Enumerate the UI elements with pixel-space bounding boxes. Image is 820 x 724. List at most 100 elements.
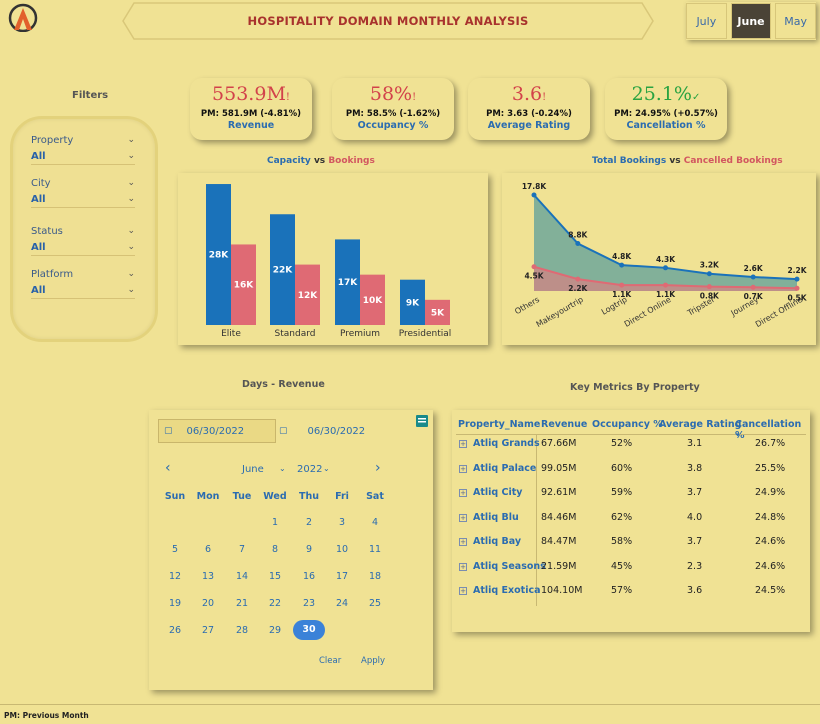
property-name-cell[interactable]: Atliq Palace <box>473 463 536 474</box>
month-button-june[interactable]: June <box>730 3 772 39</box>
clear-button[interactable]: Clear <box>319 656 341 666</box>
filter-platform-dropdown[interactable]: All ⌄ <box>31 285 135 296</box>
collapse-chevron-icon[interactable]: ⌄ <box>127 226 135 237</box>
title-part-vs: vs <box>669 156 681 166</box>
cancelled-bookings-point <box>663 282 668 288</box>
weekday-header: Sat <box>366 491 384 502</box>
table-cell: 25.5% <box>755 462 786 474</box>
calendar-day[interactable]: 29 <box>262 625 288 636</box>
calendar-day[interactable]: 13 <box>195 571 221 582</box>
calendar-day[interactable]: 5 <box>162 544 188 555</box>
calendar-day[interactable]: 28 <box>229 625 255 636</box>
filters-title: Filters <box>72 90 109 101</box>
cancelled-bookings-data-label: 2.2K <box>568 284 588 293</box>
expand-icon[interactable]: + <box>459 489 467 497</box>
calendar-day[interactable]: 6 <box>195 544 221 555</box>
filter-status-dropdown[interactable]: All ⌄ <box>31 242 135 253</box>
filter-city: City ⌄ All ⌄ <box>31 178 135 208</box>
calendar-day[interactable]: 27 <box>195 625 221 636</box>
chevron-down-icon: ⌄ <box>127 285 135 295</box>
calendar-day[interactable]: 3 <box>329 517 355 528</box>
calendar-day[interactable]: 26 <box>162 625 188 636</box>
expand-icon[interactable]: + <box>459 513 467 522</box>
table-cell: 24.6% <box>755 536 786 547</box>
column-header[interactable]: Occupancy % <box>592 419 663 430</box>
apply-button[interactable]: Apply <box>361 656 385 666</box>
table-cell: 26.7% <box>755 438 786 449</box>
bar-data-label: 9K <box>406 298 420 308</box>
total-bookings-point <box>619 262 625 268</box>
column-header[interactable]: Property_Name <box>458 419 540 430</box>
header-divider <box>456 434 806 435</box>
column-header[interactable]: Average Rating <box>659 419 741 430</box>
property-name-cell[interactable]: Atliq Blu <box>473 512 519 523</box>
chevron-down-icon: ⌄ <box>127 242 135 252</box>
kpi-label: Cancellation % <box>626 120 706 131</box>
bookings-area-chart: 17.8K 8.8K 4.8K 4.3K 3.2K 2.6K 2.2K 4.5K 2.2K 1.1… <box>502 173 816 345</box>
month-button-july[interactable]: July <box>686 3 727 39</box>
calendar-day[interactable]: 24 <box>329 598 355 609</box>
sort-descending-icon[interactable]: ⏷ <box>735 431 741 440</box>
calendar-day[interactable]: 20 <box>195 598 221 609</box>
calendar-day[interactable]: 22 <box>262 598 288 609</box>
table-cell: 4.0 <box>687 511 703 523</box>
table-cell: 45% <box>611 560 633 572</box>
calendar-day[interactable]: 9 <box>296 544 322 555</box>
property-name-cell[interactable]: Atliq Exotica <box>473 585 541 596</box>
calendar-day[interactable]: 25 <box>362 598 388 609</box>
filter-status: Status ⌄ All ⌄ <box>31 226 135 256</box>
calendar-day[interactable]: 12 <box>162 571 188 582</box>
calendar-day[interactable]: 18 <box>362 571 388 582</box>
page-title: HOSPITALITY DOMAIN MONTHLY ANALYSIS <box>247 14 529 28</box>
calendar-day[interactable]: 16 <box>296 571 322 582</box>
month-button-may[interactable]: May <box>775 3 817 39</box>
calendar-day[interactable]: 1 <box>262 517 288 528</box>
table-cell: 84.46M <box>541 511 577 523</box>
divider <box>31 298 135 299</box>
calendar-day[interactable]: 8 <box>262 544 288 555</box>
column-header[interactable]: Revenue <box>541 419 587 430</box>
calendar-day-selected[interactable]: 30 <box>293 620 325 640</box>
bar-data-label: 16K <box>234 281 255 291</box>
weekday-header: Wed <box>263 491 287 502</box>
property-name-cell[interactable]: Atliq Grands <box>473 438 540 449</box>
calendar-day[interactable]: 17 <box>329 571 355 582</box>
property-name-cell[interactable]: Atliq City <box>473 487 522 498</box>
calendar-day[interactable]: 19 <box>162 598 188 609</box>
category-tick-label: Standard <box>275 329 316 339</box>
calendar-day[interactable]: 14 <box>229 571 255 582</box>
calendar-day[interactable]: 4 <box>362 517 388 528</box>
kpi-label: Average Rating <box>487 120 571 131</box>
calendar-day[interactable]: 7 <box>229 544 255 555</box>
collapse-chevron-icon[interactable]: ⌄ <box>127 135 135 146</box>
property-name-cell[interactable]: Atliq Seasons <box>473 561 546 572</box>
property-name-cell[interactable]: Atliq Bay <box>473 536 521 547</box>
collapse-chevron-icon[interactable]: ⌄ <box>127 269 135 280</box>
calendar-day[interactable]: 11 <box>362 544 388 555</box>
filter-city-dropdown[interactable]: All ⌄ <box>31 194 135 205</box>
alert-icon: ! <box>542 92 547 103</box>
expand-icon[interactable]: + <box>459 538 467 546</box>
total-bookings-point <box>575 241 581 247</box>
calendar-day[interactable]: 21 <box>229 598 255 609</box>
calendar-day[interactable]: 23 <box>296 598 322 609</box>
cancelled-bookings-point <box>794 285 800 291</box>
calendar-grid: Sun Mon Tue Wed Thu Fri Sat 1 2 3 4 5 6 7 8 9 10 11 12 13 14… <box>149 410 433 690</box>
calendar-day[interactable]: 15 <box>262 571 288 582</box>
calendar-day[interactable]: 10 <box>329 544 355 555</box>
expand-icon[interactable]: + <box>459 562 467 571</box>
weekday-header: Tue <box>232 491 252 502</box>
chevron-down-icon: ⌄ <box>127 194 135 204</box>
area-chart-svg: 17.8K8.8K4.8K 4.3K3.2K 2.6K 2.2K4.5K2.2K1.1… <box>513 182 808 329</box>
filter-platform: Platform ⌄ All ⌄ <box>31 269 135 299</box>
expand-icon[interactable]: + <box>459 440 467 448</box>
total-bookings-data-label: 4.8K <box>612 252 632 261</box>
filter-property-dropdown[interactable]: All ⌄ <box>31 151 135 162</box>
expand-icon[interactable]: + <box>459 587 467 595</box>
calendar-day[interactable]: 2 <box>296 517 322 528</box>
expand-icon[interactable]: + <box>459 464 467 473</box>
bar-data-label: 12K <box>298 291 319 301</box>
capacity-bookings-chart: 28K 16K Elite 22K 12K Standard 17K 10K Premium 9K… <box>178 173 488 345</box>
alert-icon: ! <box>412 92 417 103</box>
collapse-chevron-icon[interactable]: ⌄ <box>127 178 135 189</box>
